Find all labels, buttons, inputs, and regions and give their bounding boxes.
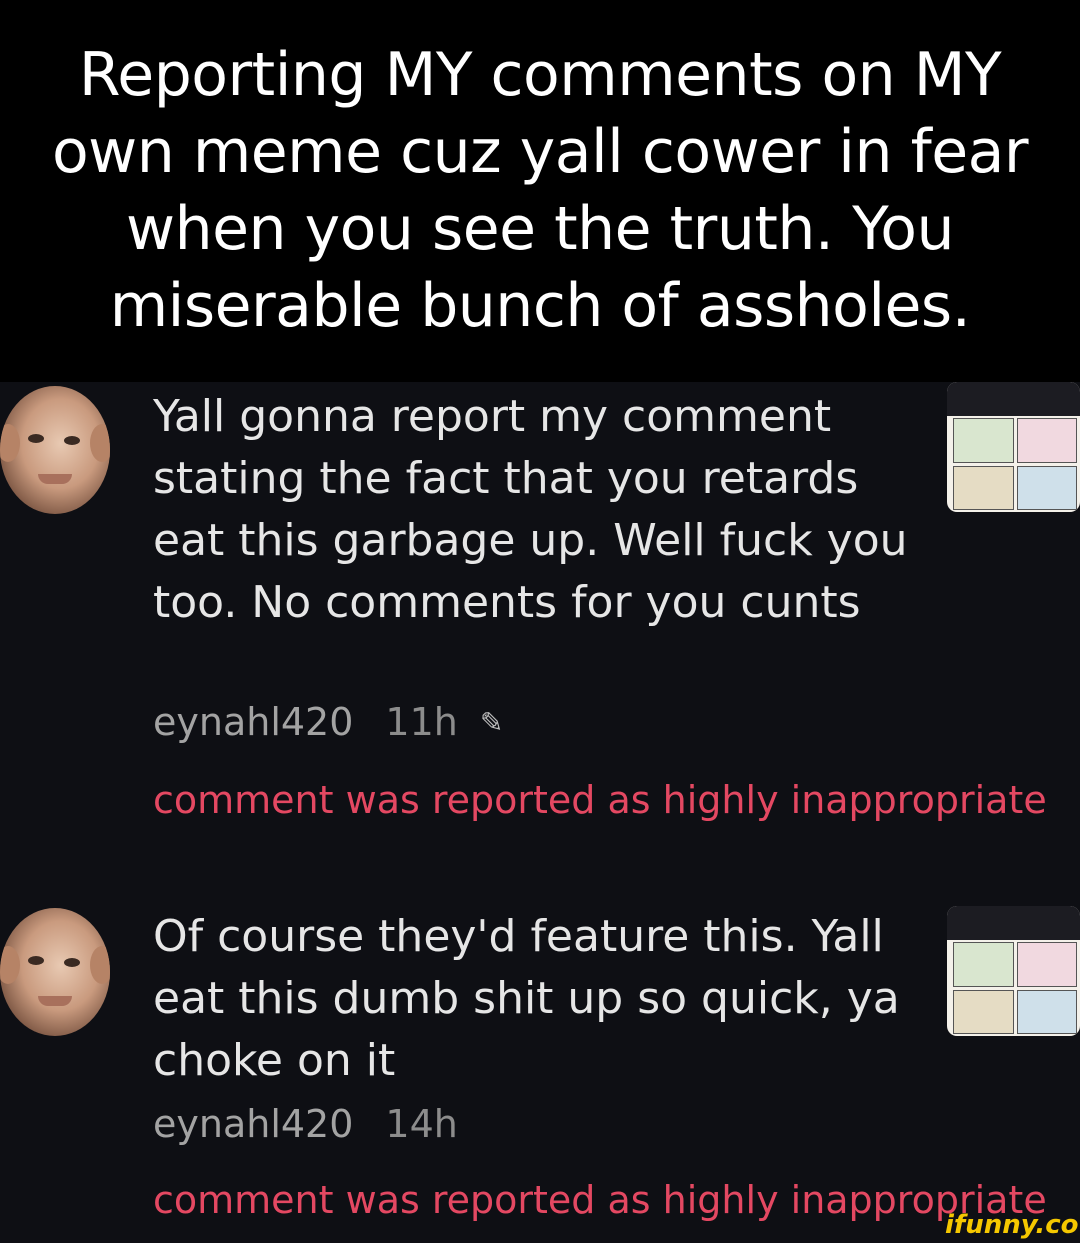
comment-text: Of course they'd feature this. Yall eat …	[153, 911, 900, 1086]
comment-meta: eynahl420 11h ✎	[153, 700, 503, 744]
caption-text: Reporting MY comments on MY own meme cuz…	[51, 40, 1029, 341]
report-notice: comment was reported as highly inappropr…	[153, 778, 1047, 822]
report-notice: comment was reported as highly inappropr…	[153, 1178, 1047, 1222]
comment-item: Yall gonna report my comment stating the…	[0, 382, 1080, 862]
meme-thumbnail[interactable]	[947, 382, 1080, 512]
avatar[interactable]	[0, 908, 110, 1036]
comment-item: Of course they'd feature this. Yall eat …	[0, 902, 1080, 1243]
comment-meta: eynahl420 14h	[153, 1102, 458, 1146]
timestamp: 11h	[385, 700, 458, 744]
username[interactable]: eynahl420	[153, 700, 353, 744]
ifunny-watermark: ifunny.co	[945, 1210, 1079, 1240]
meme-thumbnail[interactable]	[947, 906, 1080, 1036]
meme-caption: Reporting MY comments on MY own meme cuz…	[0, 0, 1080, 382]
timestamp: 14h	[385, 1102, 458, 1146]
avatar[interactable]	[0, 386, 110, 514]
pencil-icon[interactable]: ✎	[480, 706, 503, 739]
username[interactable]: eynahl420	[153, 1102, 353, 1146]
comments-feed: Yall gonna report my comment stating the…	[0, 382, 1080, 1243]
comment-text: Yall gonna report my comment stating the…	[153, 391, 908, 628]
